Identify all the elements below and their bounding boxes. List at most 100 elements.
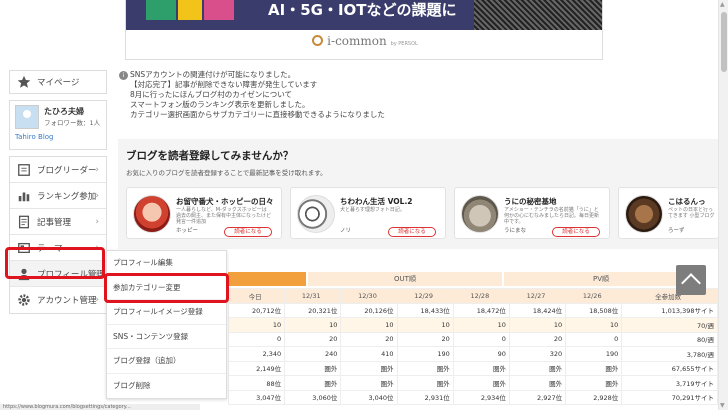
sidebar-item-blog-reader[interactable]: ブログリーダー › <box>10 157 106 183</box>
scroll-up-icon[interactable]: ▲ <box>720 1 725 8</box>
blog-card[interactable]: お留守番犬・ホッピーの日々 一人暮らしなど、M-ダックスホッピーは 過去の飼主、… <box>126 187 282 239</box>
table-cell: 70,291サイト <box>621 389 718 405</box>
table-row: 10 10 10 10 10 10 10 70/週 <box>227 317 718 333</box>
table-cell: 190 <box>565 346 623 362</box>
scroll-down-icon[interactable]: ▼ <box>720 402 725 409</box>
blog-card[interactable]: こはるんっ ペットの日本と行ってきます 小型ブログ中 ろーず <box>618 187 718 239</box>
table-row: 0 20 20 20 0 20 0 80/週 <box>227 331 718 347</box>
profile-name: たひろ夫婦 <box>44 107 84 116</box>
column-header: 12/26 <box>565 288 623 304</box>
card-author: ホッピー <box>176 228 199 234</box>
banner-brand: i-common by PERSOL <box>126 34 602 48</box>
table-cell: 2,928位 <box>565 389 623 405</box>
chevron-right-icon: › <box>95 190 99 201</box>
banner-shape-yellow <box>178 0 202 20</box>
tab-in-ranking[interactable] <box>228 272 306 286</box>
news-text: SNSアカウントの関連付けが可能になりました。 <box>130 70 296 79</box>
scrollbar-thumb[interactable] <box>721 12 727 72</box>
table-cell: 70/週 <box>621 317 718 333</box>
table-cell: 240 <box>284 346 342 362</box>
table-cell: 18,508位 <box>565 302 623 318</box>
card-author: うにまな <box>504 228 527 234</box>
table-cell: 圏外 <box>284 360 342 376</box>
news-item[interactable]: 【対応完了】記事が削除できない障害が発生しています <box>119 80 599 90</box>
tab-pv-ranking[interactable]: PV順 <box>504 272 698 286</box>
table-cell: 3,040位 <box>340 389 398 405</box>
document-icon <box>16 214 32 230</box>
table-cell: 2,149位 <box>227 360 286 376</box>
table-cell: 3,719サイト <box>621 375 718 391</box>
table-cell: 3,060位 <box>284 389 342 405</box>
card-desc: ペットの日本と行ってきます 小型ブログ中 <box>668 207 715 219</box>
submenu-item-add-blog[interactable]: ブログ登録（追加） <box>107 349 226 374</box>
blog-link[interactable]: Tahiro Blog <box>15 133 54 141</box>
table-cell: 80/週 <box>621 331 718 347</box>
news-item[interactable]: カテゴリー選択画面からサブカテゴリーに直接移動できるようになりました <box>119 110 599 120</box>
sidebar-item-label: ブログリーダー <box>37 165 97 176</box>
table-cell: 圏外 <box>396 375 454 391</box>
blog-card[interactable]: うにの秘密基地 アメショー・テンチラの名前猫「うに」と 何かの心にむなみましたら… <box>454 187 610 239</box>
tab-out-ranking[interactable]: OUT順 <box>308 272 502 286</box>
submenu-item-profile-edit[interactable]: プロフィール編集 <box>107 251 226 276</box>
star-icon <box>16 74 32 90</box>
ad-banner[interactable]: AI・5G・IOTなどの課題に i-common by PERSOL <box>125 0 603 60</box>
mypage-label: マイページ <box>37 78 80 88</box>
table-cell: 圏外 <box>340 360 398 376</box>
column-header: 今日 <box>227 288 286 304</box>
table-cell: 20,126位 <box>340 302 398 318</box>
card-desc: アメショー・テンチラの名前猫「うに」と 何かの心にむなみましたら日記。毎日更新中… <box>504 207 600 225</box>
table-cell: 圏外 <box>340 375 398 391</box>
table-row: 2,149位 圏外 圏外 圏外 圏外 圏外 圏外 67,655サイト <box>227 360 718 376</box>
table-cell: 圏外 <box>452 360 510 376</box>
table-row: 20,712位 20,321位 20,126位 18,433位 18,472位 18,42… <box>227 302 718 318</box>
news-item[interactable]: スマートフォン版のランキング表示を更新しました。 <box>119 100 599 110</box>
follow-button[interactable]: 読者になる <box>388 227 436 237</box>
table-cell: 圏外 <box>396 360 454 376</box>
table-cell: 圏外 <box>508 360 567 376</box>
card-title: お留守番犬・ホッピーの日々 <box>176 197 274 206</box>
news-item[interactable]: i SNSアカウントの関連付けが可能になりました。 <box>119 70 599 80</box>
banner-shape-green <box>146 0 176 20</box>
sidebar-mypage[interactable]: マイページ <box>9 70 107 94</box>
blog-card[interactable]: ちわわん生活 VOL.2 犬と暮らす理想フォト日記。 ノリ 読者になる <box>290 187 446 239</box>
table-cell: 圏外 <box>508 375 567 391</box>
avatar[interactable] <box>15 105 39 129</box>
table-row: 3,047位 3,060位 3,040位 2,931位 2,934位 2,927位 2,92… <box>227 389 718 405</box>
submenu-item-profile-image[interactable]: プロフィールイメージ登録 <box>107 300 226 325</box>
chevron-right-icon: › <box>95 295 99 305</box>
sidebar-item-articles[interactable]: 記事管理 › <box>10 209 106 235</box>
table-cell: 320 <box>508 346 567 362</box>
brand-name: i-common <box>327 34 387 48</box>
book-icon <box>16 162 32 178</box>
table-cell: 圏外 <box>452 375 510 391</box>
sidebar-item-account[interactable]: アカウント管理 › <box>10 287 106 313</box>
sidebar-item-label: アカウント管理 <box>37 296 97 306</box>
table-cell: 2,927位 <box>508 389 567 405</box>
column-header: 12/28 <box>452 288 510 304</box>
back-to-top-button[interactable] <box>676 265 706 295</box>
news-item[interactable]: 8月に行ったにほんブログ村のカイゼンについて <box>119 90 599 100</box>
blog-thumbnail <box>625 195 663 233</box>
blog-thumbnail <box>297 195 335 233</box>
column-header: 12/30 <box>340 288 398 304</box>
table-cell: 10 <box>565 317 623 333</box>
submenu-item-delete-blog[interactable]: ブログ削除 <box>107 374 226 399</box>
follow-button[interactable]: 読者になる <box>224 227 272 237</box>
scrollbar[interactable]: ▲ ▼ <box>718 0 728 410</box>
table-cell: 20,321位 <box>284 302 342 318</box>
submenu-item-sns[interactable]: SNS・コンテンツ登録 <box>107 325 226 349</box>
table-cell: 410 <box>340 346 398 362</box>
news-list: i SNSアカウントの関連付けが可能になりました。 【対応完了】記事が削除できない… <box>119 70 599 120</box>
sidebar-item-ranking[interactable]: ランキング参加 › <box>10 183 106 209</box>
sidebar-item-label: ランキング参加 <box>37 191 97 202</box>
table-cell: 3,780/週 <box>621 346 718 362</box>
card-desc: 一人暮らしなど、M-ダックスホッピーは 過去の飼主、また保有中主体になったけど … <box>176 207 272 225</box>
highlight-annotation <box>104 273 229 303</box>
table-cell: 1,013,398サイト <box>621 302 718 318</box>
table-cell: 2,340 <box>227 346 286 362</box>
subscribe-section: ブログを読者登録してみませんか？ お気に入りのブログを読者登録することで最新記事… <box>118 139 718 249</box>
table-cell: 88位 <box>227 375 286 391</box>
follow-button[interactable]: 読者になる <box>552 227 600 237</box>
card-author: ノリ <box>340 228 352 234</box>
table-cell: 20,712位 <box>227 302 286 318</box>
